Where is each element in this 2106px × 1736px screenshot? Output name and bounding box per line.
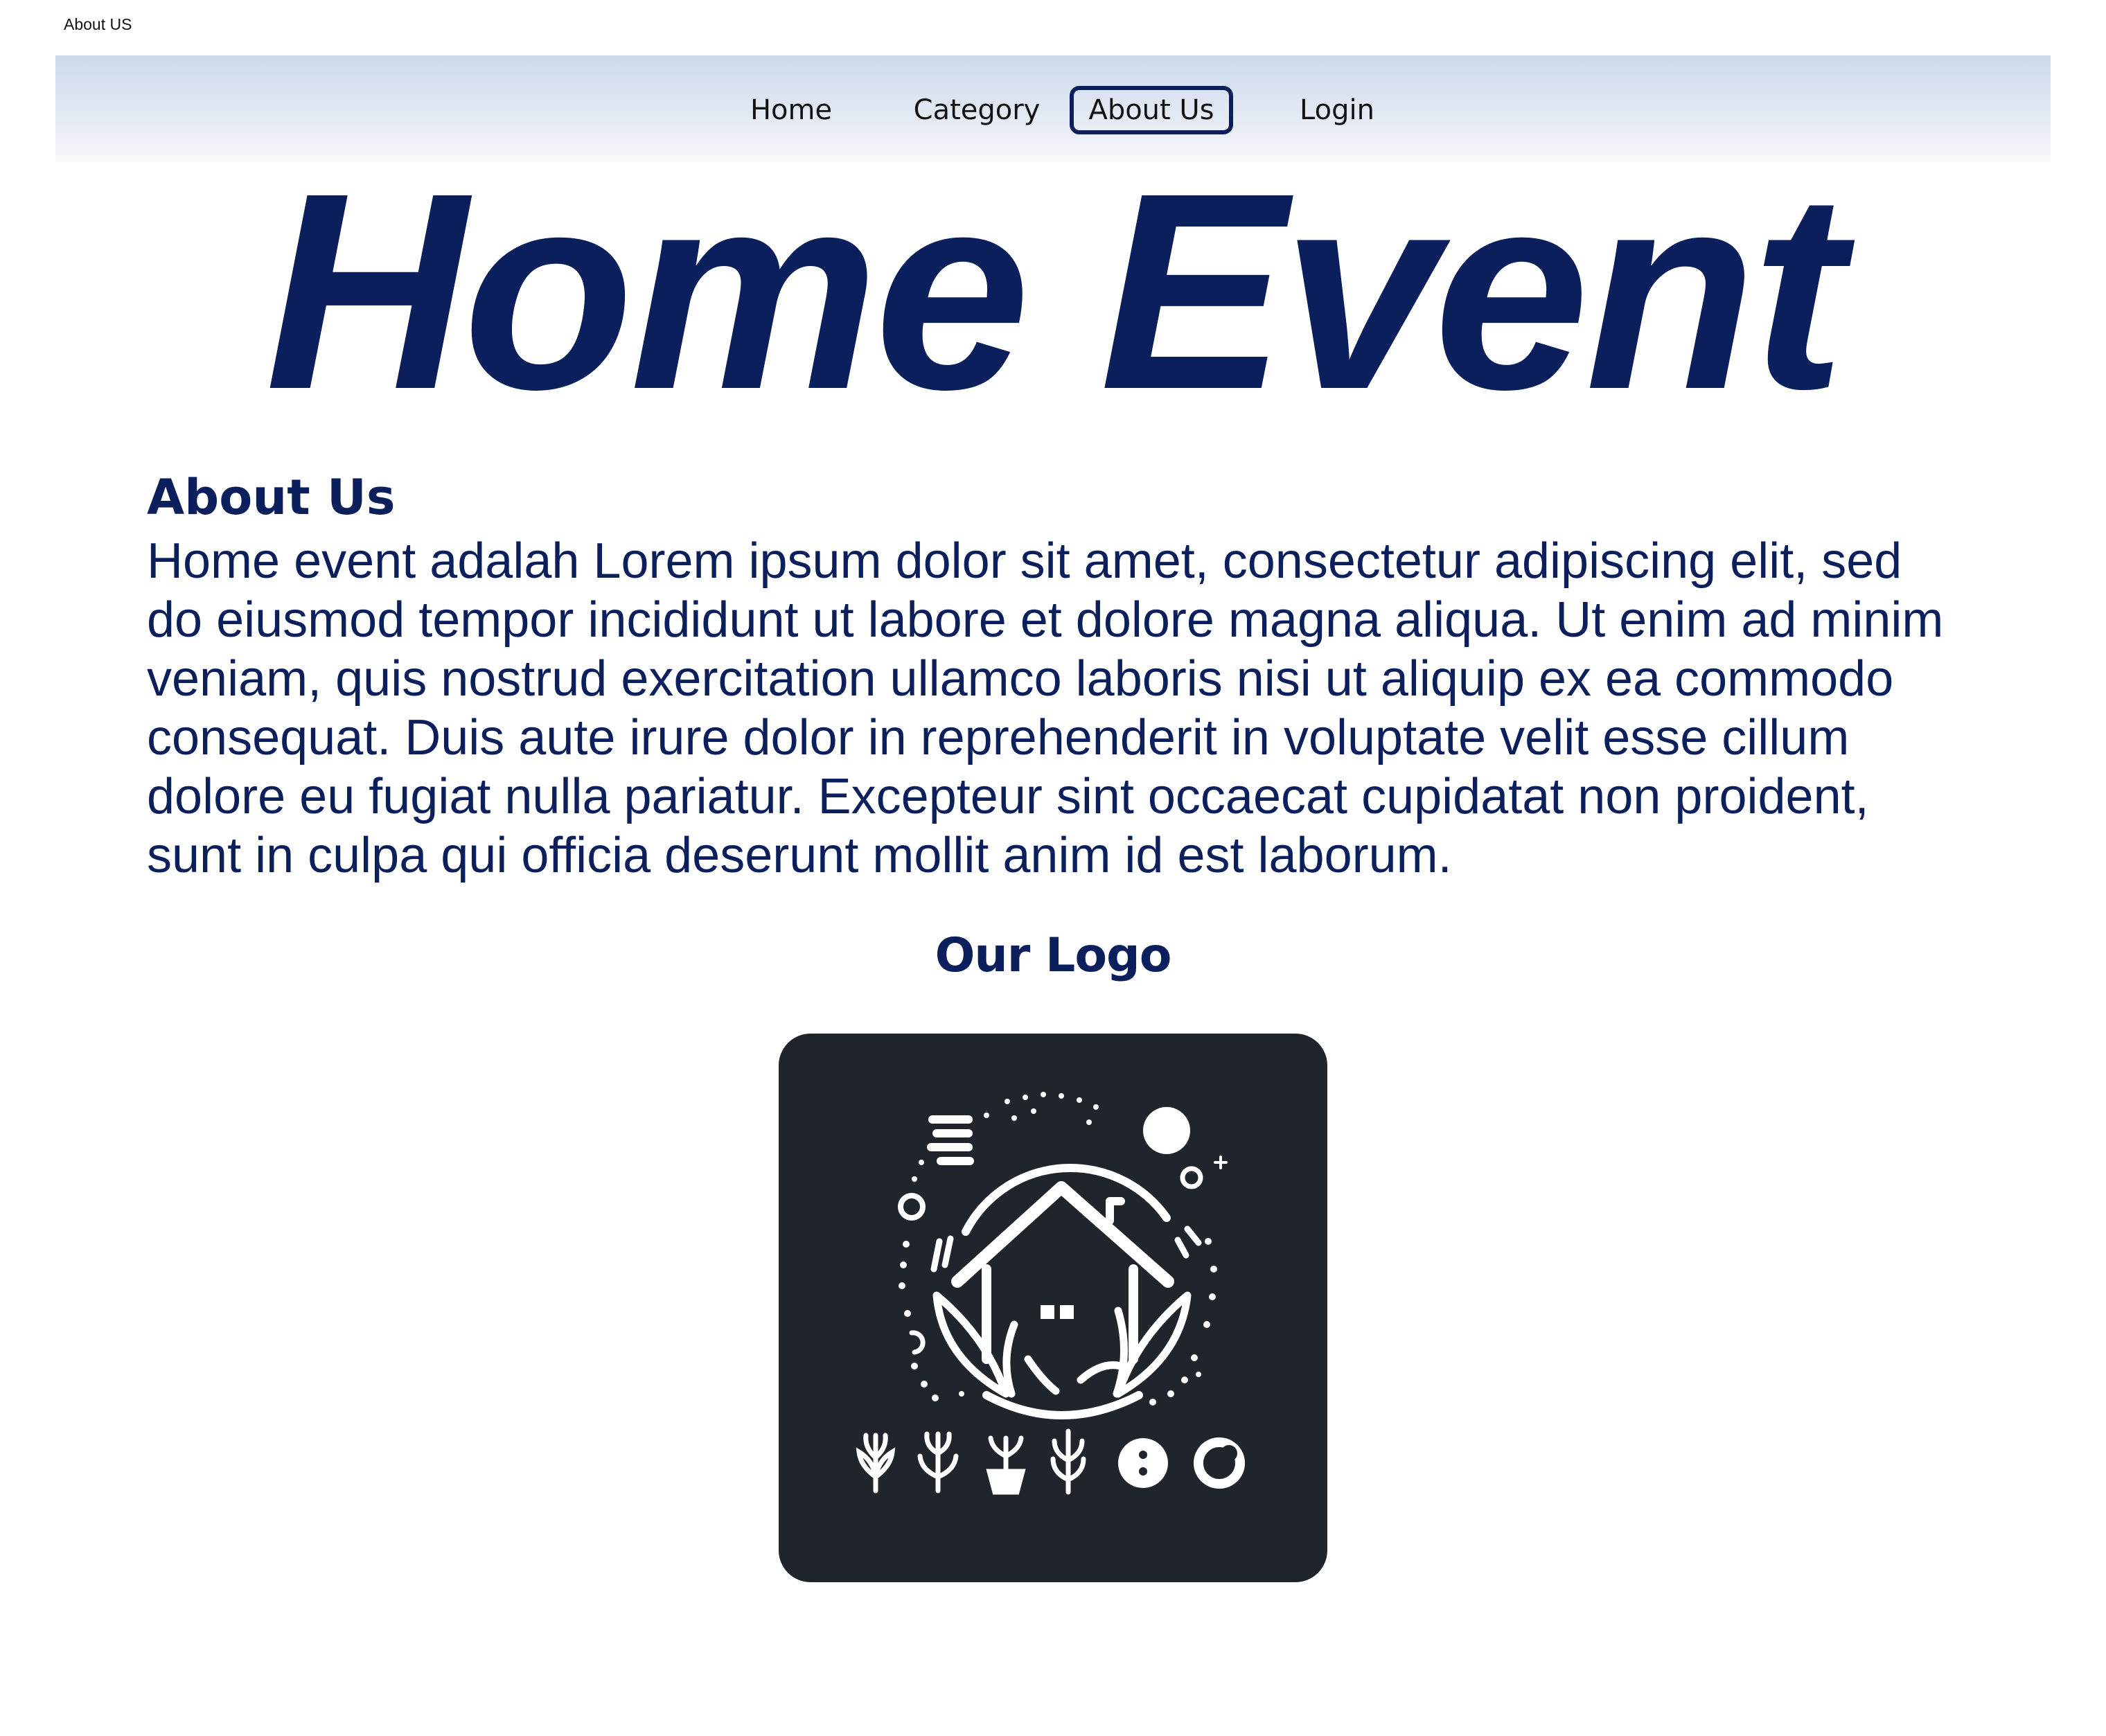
- hero-title: Home Event: [265, 134, 1846, 448]
- nav-login[interactable]: Login: [1261, 86, 1413, 134]
- wheat-icon: [1050, 1428, 1086, 1495]
- ground-arc: [982, 1391, 1143, 1419]
- about-body-text: Home event adalah Lorem ipsum dolor sit …: [147, 533, 1944, 883]
- about-heading: About Us: [147, 469, 396, 526]
- house-icon: [951, 1181, 1174, 1364]
- ring-notch: [1221, 1445, 1237, 1462]
- logo-emblem: [856, 1092, 1245, 1495]
- window-left: [1041, 1305, 1054, 1319]
- dots-circle-icon: [1118, 1438, 1168, 1488]
- leaf-sprig-icon: [856, 1433, 896, 1494]
- sprout-icon: [917, 1431, 959, 1494]
- sun-icon: [1143, 1107, 1190, 1154]
- ring-small-icon: [898, 1193, 926, 1221]
- logo-heading: Our Logo: [935, 928, 1172, 983]
- moon-icon: [927, 1115, 974, 1165]
- frame-label: About US: [64, 15, 132, 33]
- potted-plant-icon: [986, 1435, 1026, 1495]
- nav-home[interactable]: Home: [722, 86, 860, 134]
- window-right: [1060, 1305, 1074, 1319]
- nav-about-us[interactable]: About Us: [1070, 86, 1233, 134]
- nav-category[interactable]: Category: [873, 86, 1081, 134]
- logo-image: [779, 1034, 1327, 1582]
